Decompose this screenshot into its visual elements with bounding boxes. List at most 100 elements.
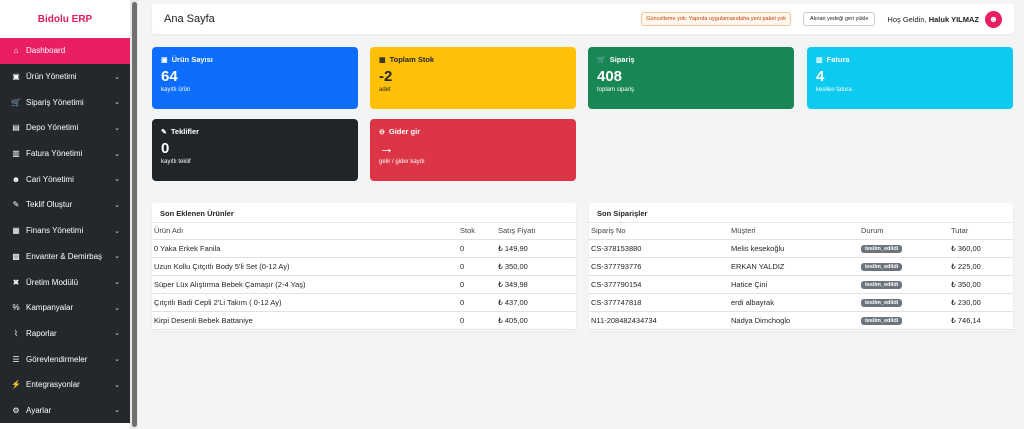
table-cell: 0 [458,311,496,330]
card-stok[interactable]: ▦ Toplam Stok -2 adet [370,47,576,109]
sidebar-item[interactable]: ✎ Teklif Oluştur ⌄ [0,192,130,218]
gear-icon: ⚙ [12,405,20,415]
card-value: 64 [161,68,178,85]
card-subtitle: kayıtlı teklif [161,159,191,165]
sidebar-nav: ⌂ Dashboard ▣ Ürün Yönetimi ⌄ 🛒 Sipariş Yöneti… [0,38,130,424]
card-title-text: Teklifler [170,127,200,136]
table-cell: ₺ 350,00 [949,275,1013,294]
table-cell: 0 [458,239,496,258]
table-row[interactable]: CS-377790154 Hatice Çini teslim_edildi ₺ 35… [589,275,1013,294]
chevron-down-icon: ⌄ [114,381,120,389]
table-cell: ₺ 349,98 [496,275,576,294]
sidebar-item-label: Ürün Yönetimi [26,72,77,82]
table-cell: teslim_edildi [859,239,949,258]
sidebar-item[interactable]: ☰ Görevlendirmeler ⌄ [0,346,130,372]
table-cell: Süper Lüx Alıştırma Bebek Çamaşır (2-4 Y… [152,275,458,294]
sidebar-item[interactable]: ▩ Envanter & Demirbaş ⌄ [0,243,130,270]
table-row[interactable]: 0 Yaka Erkek Fanila 0 ₺ 149,90 [152,239,576,258]
sidebar-item-label: Finans Yönetimi [26,226,84,236]
edit-icon: ✎ [161,128,167,136]
percent-icon: % [12,303,20,313]
scrollbar-thumb[interactable] [132,2,137,427]
table-cell: CS-378153880 [589,239,729,258]
cart-icon: 🛒 [597,56,606,64]
restore-backup-button[interactable]: Alınan yedeği geri yükle [803,12,876,26]
table-cell: Çıtçıtlı Badi Cepli 2'Li Takım ( 0-12 Ay… [152,293,458,312]
card-subtitle: toplam sipariş [597,87,635,93]
table-cell: ₺ 437,00 [496,293,576,312]
user-avatar-icon[interactable]: ☻ [985,10,1002,28]
card-title: 🛒 Sipariş [597,55,785,64]
table-cell: teslim_edildi [859,257,949,276]
brand-logo[interactable]: Bidolu ERP [0,0,130,38]
sidebar-item[interactable]: ▥ Fatura Yönetimi ⌄ [0,140,130,167]
sidebar-item-label: Entegrasyonlar [26,380,80,390]
card-title-text: Toplam Stok [389,55,435,64]
home-icon: ⌂ [13,46,19,56]
table-cell: erdi albayrak [729,293,859,312]
table-row[interactable]: Çıtçıtlı Badi Cepli 2'Li Takım ( 0-12 Ay… [152,293,576,312]
chevron-down-icon: ⌄ [114,227,120,235]
recent-products-title: Son Eklenen Ürünler [152,203,576,223]
sidebar-item[interactable]: ⌂ Dashboard [0,38,130,64]
sidebar-scrollbar[interactable] [131,0,138,429]
column-header: Ürün Adı [152,223,458,240]
tools-icon: ✖ [12,277,20,287]
chevron-down-icon: ⌄ [114,253,120,261]
table-row[interactable]: N11-208482434734 Nadya Dimchoglo teslim_ed… [589,311,1013,330]
sidebar-item[interactable]: ⚙ Ayarlar ⌄ [0,397,130,424]
sidebar-item[interactable]: ▦ Finans Yönetimi ⌄ [0,217,130,244]
card-title: ✎ Teklifler [161,127,349,136]
chevron-down-icon: ⌄ [114,304,120,312]
card-gider[interactable]: ⊖ Gider gir → gelir / gider kaydı [370,119,576,181]
card-subtitle: gelir / gider kaydı [379,159,425,165]
sidebar-item[interactable]: % Kampanyalar ⌄ [0,294,130,321]
card-urun[interactable]: ▣ Ürün Sayısı 64 kayıtlı ürün [152,47,358,109]
table-row[interactable]: Kirpi Desenli Bebek Battaniye 0 ₺ 405,00 [152,311,576,330]
card-value: 408 [597,68,623,85]
chevron-down-icon: ⌄ [114,73,120,81]
card-teklif[interactable]: ✎ Teklifler 0 kayıtlı teklif [152,119,358,181]
sidebar-item-label: Görevlendirmeler [26,354,88,364]
table-cell: Melis kesekoğlu [729,239,859,258]
chevron-down-icon: ⌄ [114,99,120,107]
table-cell: CS-377793776 [589,257,729,276]
box-icon: ▣ [161,56,168,64]
sidebar-item-label: Raporlar [26,328,57,338]
sidebar-item-label: Ayarlar [26,405,52,415]
table-cell: ₺ 230,00 [949,293,1013,312]
sidebar-item[interactable]: ☻ Cari Yönetimi ⌄ [0,166,130,193]
card-siparis[interactable]: 🛒 Sipariş 408 toplam sipariş [588,47,794,109]
sidebar-item[interactable]: ⌇ Raporlar ⌄ [0,320,130,347]
users-icon: ☻ [11,174,21,184]
table-cell: Kirpi Desenli Bebek Battaniye [152,311,458,330]
recent-orders-table: Sipariş No Müşteri Durum Tutar CS-378153880… [589,223,1013,330]
status-badge: teslim_edildi [861,299,903,307]
table-row[interactable]: CS-377793776 ERKAN YALDIZ teslim_edildi ₺ 2… [589,257,1013,276]
card-title-text: Ürün Sayısı [171,55,213,64]
table-row[interactable]: CS-377747818 erdi albayrak teslim_edildi ₺ … [589,293,1013,312]
sidebar-item[interactable]: ▤ Depo Yönetimi ⌄ [0,115,130,141]
sidebar-item-label: Envanter & Demirbaş [26,251,103,261]
sidebar-item[interactable]: ⚡ Entegrasyonlar ⌄ [0,371,130,398]
boxes-icon: ▦ [379,56,386,64]
card-title-text: Sipariş [609,55,635,64]
table-cell: 0 [458,257,496,276]
user-name: Haluk YILMAZ [928,14,979,24]
sidebar-item[interactable]: 🛒 Sipariş Yönetimi ⌄ [0,89,130,116]
table-row[interactable]: CS-378153880 Melis kesekoğlu teslim_edildi… [589,239,1013,258]
sidebar-item[interactable]: ▣ Ürün Yönetimi ⌄ [0,63,130,90]
table-row[interactable]: Uzun Kollu Çıtçıtlı Body 5'li Set (0-12 … [152,257,576,276]
table-row[interactable]: Süper Lüx Alıştırma Bebek Çamaşır (2-4 Y… [152,275,576,294]
card-title-text: Fatura [826,55,850,64]
table-cell: 0 [458,293,496,312]
status-badge: teslim_edildi [861,317,903,325]
sidebar-item[interactable]: ✖ Üretim Modülü ⌄ [0,269,130,295]
money-icon: ▦ [12,226,20,236]
cart-icon: 🛒 [11,97,21,107]
warehouse-icon: ▤ [12,123,20,133]
card-subtitle: kayıtlı ürün [161,87,191,93]
sidebar-item-label: Sipariş Yönetimi [26,97,84,107]
card-fatura[interactable]: ▥ Fatura 4 kesilen fatura [807,47,1013,109]
table-cell: ₺ 225,00 [949,257,1013,276]
